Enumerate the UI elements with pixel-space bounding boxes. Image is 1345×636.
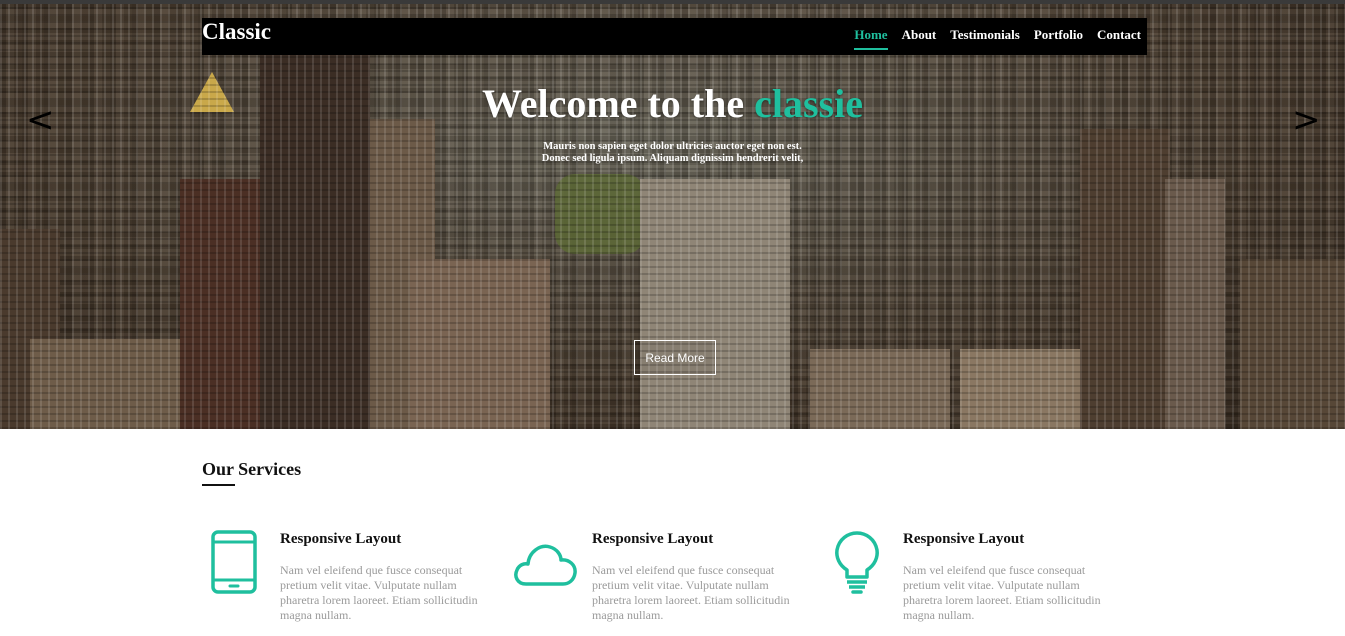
service-title: Responsive Layout [280, 531, 402, 547]
read-more-button[interactable]: Read More [634, 340, 716, 375]
hero-subtitle: Mauris non sapien eget dolor ultricies a… [0, 141, 1345, 165]
hero-subtitle-line1: Mauris non sapien eget dolor ultricies a… [543, 141, 802, 152]
service-card: Responsive Layout Nam vel eleifend que f… [514, 530, 824, 630]
main-nav: Home About Testimonials Portfolio Contac… [854, 27, 1141, 50]
service-card: Responsive Layout Nam vel eleifend que f… [202, 530, 512, 630]
service-card: Responsive Layout Nam vel eleifend que f… [825, 530, 1135, 630]
service-title: Responsive Layout [903, 531, 1025, 547]
service-title: Responsive Layout [592, 531, 714, 547]
mobile-phone-icon [202, 530, 266, 594]
nav-about[interactable]: About [902, 27, 937, 50]
hero-slider: Classic Home About Testimonials Portfoli… [0, 4, 1345, 429]
hero-title: Welcome to the classie [0, 80, 1345, 127]
service-description: Nam vel eleifend que fusce consequat pre… [592, 563, 790, 622]
hero-title-accent: classie [754, 81, 863, 126]
nav-contact[interactable]: Contact [1097, 27, 1141, 50]
brand-logo[interactable]: Classic [202, 18, 271, 46]
nav-home[interactable]: Home [854, 27, 888, 50]
hero-title-main: Welcome to the [481, 81, 755, 126]
services-title: Our Services [202, 459, 302, 479]
service-description: Nam vel eleifend que fusce consequat pre… [903, 563, 1101, 622]
nav-testimonials[interactable]: Testimonials [950, 27, 1020, 50]
cloud-icon [514, 530, 578, 594]
hero-subtitle-line2: Donec sed ligula ipsum. Aliquam dignissi… [541, 153, 804, 164]
service-description: Nam vel eleifend que fusce consequat pre… [280, 563, 478, 622]
lightbulb-icon [825, 530, 889, 594]
nav-portfolio[interactable]: Portfolio [1034, 27, 1083, 50]
top-navbar: Classic Home About Testimonials Portfoli… [202, 18, 1147, 55]
services-title-underline [202, 484, 235, 486]
